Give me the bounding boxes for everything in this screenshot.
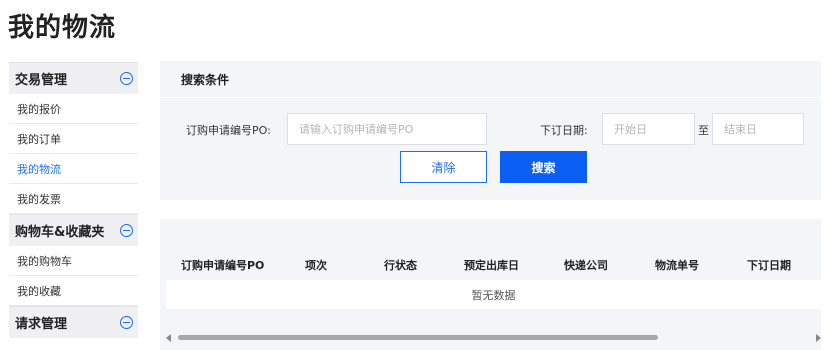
sidebar-group-cart[interactable]: 购物车&收藏夹	[9, 214, 138, 246]
sidebar-group-trade[interactable]: 交易管理	[9, 62, 138, 94]
po-label: 订购申请编号PO:	[186, 124, 271, 137]
column-header-ship-date[interactable]: 预定出库日	[464, 257, 519, 273]
empty-state-text: 暂无数据	[471, 288, 516, 302]
sidebar-item-my-quote[interactable]: 我的报价	[9, 94, 138, 124]
column-header-order-date[interactable]: 下订日期	[747, 257, 791, 273]
sidebar-item-my-order[interactable]: 我的订单	[9, 124, 138, 154]
date-range-separator: 至	[698, 124, 709, 137]
results-panel: 订购申请编号PO 项次 行状态 预定出库日 快递公司 物流单号 下订日期 暂无数…	[160, 219, 821, 350]
search-section-title: 搜索条件	[160, 61, 821, 98]
minus-circle-icon[interactable]	[120, 316, 133, 329]
column-header-courier[interactable]: 快递公司	[564, 257, 608, 273]
sidebar-item-my-favorites[interactable]: 我的收藏	[9, 276, 138, 306]
scroll-right-icon[interactable]	[816, 334, 821, 342]
scroll-left-icon[interactable]	[166, 334, 171, 342]
column-header-line[interactable]: 项次	[305, 257, 327, 273]
minus-circle-icon[interactable]	[120, 224, 133, 237]
sidebar-item-my-cart[interactable]: 我的购物车	[9, 246, 138, 276]
sidebar-item-my-invoice[interactable]: 我的发票	[9, 184, 138, 214]
page-title: 我的物流	[8, 13, 117, 43]
sidebar-group-label: 购物车&收藏夹	[15, 225, 105, 240]
search-button[interactable]: 搜索	[500, 151, 587, 183]
po-input[interactable]: 请输入订购申请编号PO	[287, 113, 487, 145]
start-date-input[interactable]: 开始日	[602, 113, 695, 145]
sidebar: 交易管理 我的报价 我的订单 我的物流 我的发票 购物车&收藏夹 我的购物车 我…	[9, 62, 138, 350]
sidebar-group-label: 请求管理	[15, 317, 68, 332]
order-date-label: 下订日期:	[540, 124, 588, 137]
horizontal-scrollbar[interactable]	[166, 332, 821, 344]
table-empty-row: 暂无数据	[166, 280, 821, 309]
column-header-status[interactable]: 行状态	[384, 257, 417, 273]
table-header: 订购申请编号PO 项次 行状态 预定出库日 快递公司 物流单号 下订日期	[166, 250, 821, 280]
end-date-input[interactable]: 结束日	[712, 113, 804, 145]
scrollbar-thumb[interactable]	[178, 335, 658, 340]
minus-circle-icon[interactable]	[120, 72, 133, 85]
sidebar-group-request[interactable]: 请求管理	[9, 306, 138, 338]
search-panel: 搜索条件 订购申请编号PO: 请输入订购申请编号PO 下订日期: 开始日 至 结…	[160, 61, 821, 200]
sidebar-group-label: 交易管理	[15, 73, 68, 88]
sidebar-item-my-logistics[interactable]: 我的物流	[9, 154, 138, 184]
clear-button[interactable]: 清除	[400, 151, 487, 183]
column-header-tracking[interactable]: 物流单号	[655, 257, 699, 273]
column-header-po[interactable]: 订购申请编号PO	[181, 257, 264, 273]
